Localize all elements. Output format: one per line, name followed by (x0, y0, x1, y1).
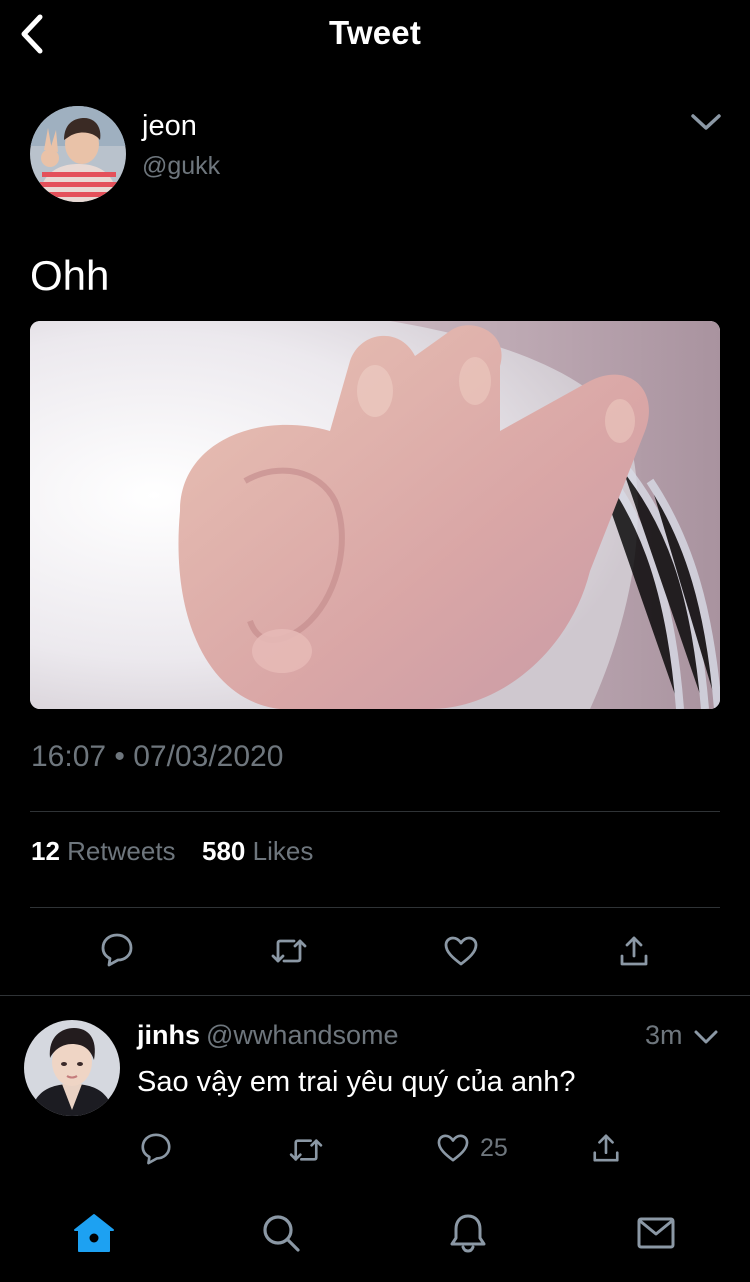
reply-reply-button[interactable] (136, 1128, 176, 1168)
reply-icon (141, 1133, 171, 1165)
home-icon (74, 1214, 114, 1252)
heart-icon (444, 936, 478, 966)
tweet-media-image[interactable] (30, 321, 720, 709)
heart-icon (437, 1134, 469, 1162)
reply-header: jinhs @wwhandsome (137, 1020, 399, 1051)
retweet-button[interactable] (268, 930, 310, 972)
top-bar: Tweet (0, 0, 750, 66)
reply-button[interactable] (96, 928, 138, 970)
reply-retweet-button[interactable] (285, 1130, 327, 1170)
tab-search[interactable] (256, 1206, 306, 1260)
tab-notifications[interactable] (443, 1206, 493, 1260)
divider (30, 811, 720, 812)
search-icon (263, 1215, 300, 1252)
author-handle[interactable]: @gukk (142, 152, 220, 181)
reply-like-button[interactable]: 25 (436, 1128, 536, 1168)
author-name[interactable]: jeon (142, 110, 197, 143)
share-button[interactable] (613, 930, 655, 972)
chevron-down-icon (694, 1030, 718, 1044)
tweet-text: Ohh (30, 252, 110, 299)
notifications-icon (450, 1214, 486, 1253)
likes-label[interactable]: Likes (253, 836, 314, 866)
reply-share-button[interactable] (586, 1128, 626, 1168)
reply-author-handle[interactable]: @wwhandsome (206, 1020, 399, 1050)
tab-messages[interactable] (631, 1206, 681, 1260)
tweet-detail-screen: Tweet jeon @gukk Ohh 16:07 • 07/03/2020 … (0, 0, 750, 1282)
tweet-timestamp: 16:07 • 07/03/2020 (31, 740, 284, 773)
retweet-icon (271, 939, 307, 963)
reply-like-count: 25 (480, 1133, 508, 1162)
reply-options-button[interactable] (690, 1022, 722, 1052)
reply-author-avatar[interactable] (24, 1020, 120, 1116)
reply-author-name[interactable]: jinhs (137, 1020, 200, 1050)
reply-icon (101, 933, 133, 967)
tweet-options-button[interactable] (686, 104, 726, 140)
like-button[interactable] (440, 930, 482, 972)
retweet-icon (289, 1139, 323, 1161)
share-icon (593, 1134, 619, 1162)
reply-text: Sao vậy em trai yêu quý của anh? (137, 1066, 576, 1098)
likes-count[interactable]: 580 (202, 836, 245, 866)
tab-home[interactable] (69, 1206, 119, 1260)
divider (0, 995, 750, 996)
reply-time: 3m (645, 1020, 683, 1050)
author-avatar[interactable] (30, 106, 126, 202)
retweets-label[interactable]: Retweets (67, 836, 175, 866)
chevron-down-icon (691, 114, 721, 130)
messages-icon (637, 1217, 675, 1249)
divider (30, 907, 720, 908)
page-title: Tweet (328, 14, 422, 51)
tweet-stats: 12 Retweets 580 Likes (31, 836, 313, 867)
share-icon (620, 936, 648, 966)
retweets-count[interactable]: 12 (31, 836, 60, 866)
